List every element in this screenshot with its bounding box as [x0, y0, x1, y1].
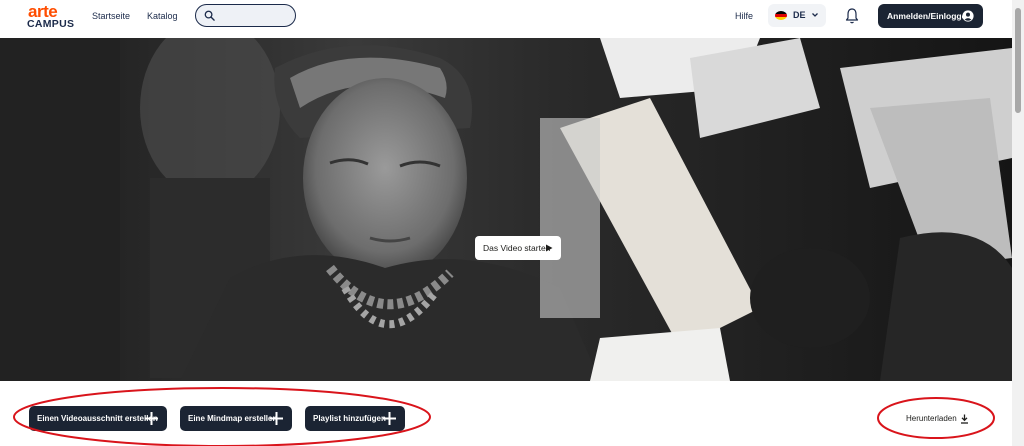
language-selector[interactable]: DE [768, 4, 826, 27]
nav-katalog[interactable]: Katalog [147, 11, 178, 21]
language-code: DE [793, 10, 806, 20]
search-icon [204, 10, 215, 21]
download-link[interactable]: Herunterladen [906, 414, 957, 423]
notification-bell-icon[interactable] [844, 7, 860, 25]
video-thumbnail-image [0, 38, 1012, 381]
arte-campus-logo[interactable]: arte CAMPUS [26, 2, 74, 34]
create-video-clip-label: Einen Videoausschnitt erstellen [37, 414, 158, 423]
video-hero[interactable]: Das Video starten [0, 38, 1012, 381]
top-navigation: arte CAMPUS Startseite Katalog Hilfe DE … [0, 0, 1012, 37]
scrollbar-thumb[interactable] [1015, 8, 1021, 113]
page-scrollbar[interactable] [1012, 0, 1024, 446]
play-video-label: Das Video starten [483, 243, 551, 253]
nav-startseite[interactable]: Startseite [92, 11, 130, 21]
search-box[interactable] [195, 4, 296, 27]
plus-icon [145, 412, 158, 425]
plus-icon [383, 412, 396, 425]
chevron-down-icon [812, 13, 818, 17]
create-mindmap-button[interactable]: Eine Mindmap erstellen [180, 406, 292, 431]
play-icon [546, 244, 553, 252]
login-label: Anmelden/Einloggen [887, 11, 972, 21]
download-icon[interactable] [960, 414, 969, 424]
german-flag-icon [775, 11, 787, 20]
user-icon [962, 10, 974, 22]
plus-icon [270, 412, 283, 425]
logo-campus-text: CAMPUS [27, 18, 75, 30]
create-mindmap-label: Eine Mindmap erstellen [188, 414, 278, 423]
play-video-button[interactable]: Das Video starten [475, 236, 561, 260]
login-button[interactable]: Anmelden/Einloggen [878, 4, 983, 28]
add-to-playlist-button[interactable]: Playlist hinzufügen [305, 406, 405, 431]
create-video-clip-button[interactable]: Einen Videoausschnitt erstellen [29, 406, 167, 431]
search-input[interactable] [218, 8, 288, 23]
add-to-playlist-label: Playlist hinzufügen [313, 414, 386, 423]
help-link[interactable]: Hilfe [735, 11, 753, 21]
